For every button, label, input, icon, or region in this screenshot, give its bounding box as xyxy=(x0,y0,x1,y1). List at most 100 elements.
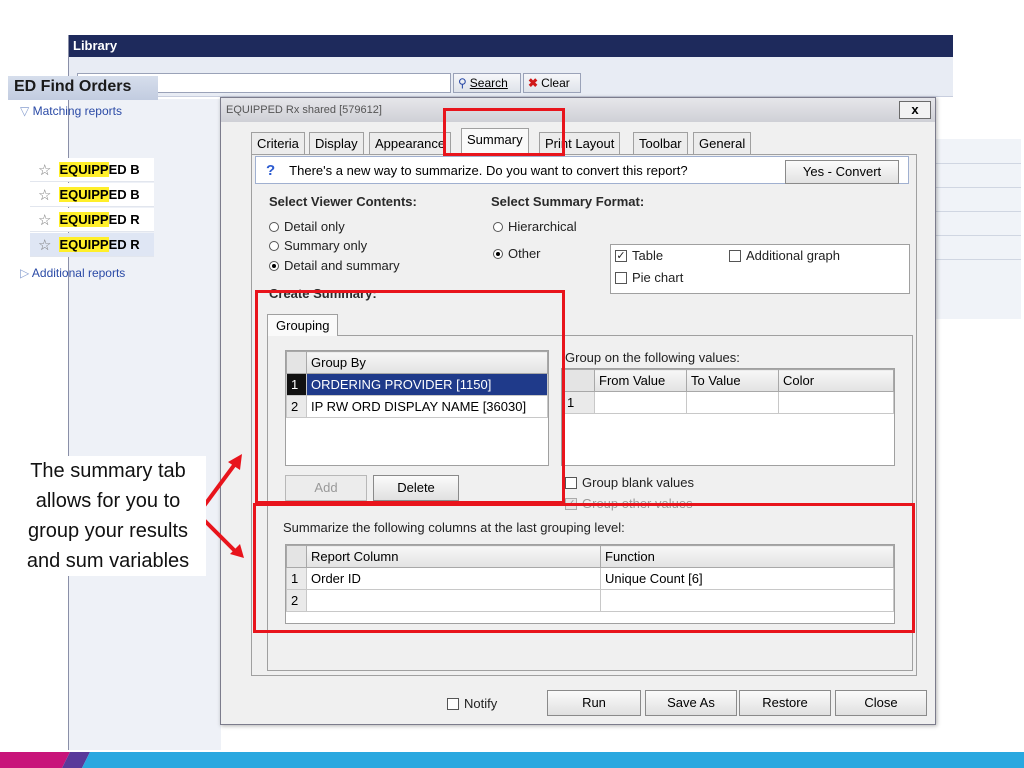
result-highlight: EQUIPP xyxy=(59,212,109,227)
row-number-header xyxy=(562,369,595,392)
radio-circle-selected xyxy=(493,248,503,259)
dialog-title: EQUIPPED Rx shared [579612] xyxy=(221,98,935,122)
matching-reports-toggle[interactable]: ▽ Matching reports xyxy=(20,104,122,118)
radio-circle xyxy=(493,221,503,232)
table-row[interactable]: 1 xyxy=(562,391,894,414)
search-button-label: Search xyxy=(469,76,508,90)
from-value-cell[interactable] xyxy=(594,391,687,414)
table-checkbox[interactable]: ✓ Table xyxy=(615,248,663,263)
star-icon[interactable]: ☆ xyxy=(38,161,51,179)
star-icon[interactable]: ☆ xyxy=(38,211,51,229)
result-highlight: EQUIPP xyxy=(59,187,109,202)
radio-circle xyxy=(269,221,279,232)
column-header-from-value[interactable]: From Value xyxy=(594,369,687,392)
footer-blue-stripe xyxy=(82,752,1024,768)
list-item[interactable]: ☆ EQUIPP ED B xyxy=(30,183,154,207)
search-button[interactable]: ⚲ Search xyxy=(453,73,521,93)
result-rest: ED R xyxy=(108,237,140,252)
divider xyxy=(935,187,1021,188)
checkbox-label: Notify xyxy=(464,696,498,711)
checkbox-label: Pie chart xyxy=(632,270,684,285)
group-values-grid[interactable]: From Value To Value Color 1 xyxy=(561,368,895,466)
color-cell[interactable] xyxy=(778,391,894,414)
to-value-cell[interactable] xyxy=(686,391,779,414)
row-number: 1 xyxy=(562,391,595,414)
radio-hierarchical[interactable]: Hierarchical xyxy=(493,219,577,234)
notify-checkbox[interactable]: Notify xyxy=(447,696,497,711)
run-button[interactable]: Run xyxy=(547,690,641,716)
footer-magenta-stripe xyxy=(0,752,70,768)
group-values-label: Group on the following values: xyxy=(565,350,740,365)
radio-circle xyxy=(269,240,279,251)
matching-reports-label: Matching reports xyxy=(32,104,122,118)
radio-detail-only[interactable]: Detail only xyxy=(269,219,345,234)
tab-toolbar[interactable]: Toolbar xyxy=(633,132,688,154)
column-header-color[interactable]: Color xyxy=(778,369,894,392)
list-item[interactable]: ☆ EQUIPP ED R xyxy=(30,208,154,232)
checkbox-checked-icon: ✓ xyxy=(615,249,627,262)
checkbox-label: Table xyxy=(632,248,664,263)
divider xyxy=(935,259,1021,260)
clear-button[interactable]: ✖ Clear xyxy=(523,73,581,93)
slide-footer-band xyxy=(0,752,1024,768)
divider xyxy=(935,163,1021,164)
result-highlight: EQUIPP xyxy=(59,162,109,177)
library-title-bar: Library xyxy=(69,35,953,57)
group-blank-values-checkbox[interactable]: Group blank values xyxy=(565,475,694,490)
radio-label: Hierarchical xyxy=(508,219,577,234)
grouping-highlight-box xyxy=(255,290,565,504)
pie-chart-checkbox[interactable]: Pie chart xyxy=(615,270,683,285)
close-button[interactable]: Close xyxy=(835,690,927,716)
checkbox-empty-icon xyxy=(729,249,741,262)
magnifier-icon: ⚲ xyxy=(458,76,467,90)
radio-other[interactable]: Other xyxy=(493,246,541,261)
checkbox-empty-icon xyxy=(565,476,577,489)
additional-reports-toggle[interactable]: ▷ Additional reports xyxy=(20,266,125,280)
restore-button[interactable]: Restore xyxy=(739,690,831,716)
radio-circle-selected xyxy=(269,260,279,271)
checkbox-label: Additional graph xyxy=(746,248,840,263)
additional-reports-label: Additional reports xyxy=(31,266,126,280)
result-rest: ED R xyxy=(108,212,140,227)
checkbox-empty-icon xyxy=(447,697,459,710)
summary-tab-highlight-box xyxy=(443,108,565,156)
tab-appearance[interactable]: Appearance xyxy=(369,132,452,154)
tab-criteria[interactable]: Criteria xyxy=(251,132,305,154)
section-header: ED Find Orders xyxy=(8,76,158,100)
yes-convert-button[interactable]: Yes - Convert xyxy=(785,160,899,184)
radio-label: Detail and summary xyxy=(284,258,400,273)
radio-label: Summary only xyxy=(284,238,368,253)
star-icon[interactable]: ☆ xyxy=(38,236,51,254)
result-rest: ED B xyxy=(108,187,140,202)
divider xyxy=(935,235,1021,236)
additional-graph-checkbox[interactable]: Additional graph xyxy=(729,248,840,263)
radio-label: Detail only xyxy=(284,219,345,234)
checkbox-label: Group blank values xyxy=(582,475,695,490)
star-icon[interactable]: ☆ xyxy=(38,186,51,204)
divider xyxy=(935,211,1021,212)
dialog-close-button[interactable]: x xyxy=(899,101,931,119)
tab-display[interactable]: Display xyxy=(309,132,364,154)
radio-label: Other xyxy=(508,246,541,261)
list-item[interactable]: ☆ EQUIPP ED R xyxy=(30,233,154,257)
radio-detail-and-summary[interactable]: Detail and summary xyxy=(269,258,400,273)
list-item[interactable]: ☆ EQUIPP ED B xyxy=(30,158,154,182)
viewer-contents-heading: Select Viewer Contents: xyxy=(269,194,417,209)
library-right-strip xyxy=(935,139,1021,319)
save-as-button[interactable]: Save As xyxy=(645,690,737,716)
tab-general[interactable]: General xyxy=(693,132,752,154)
radio-summary-only[interactable]: Summary only xyxy=(269,238,367,253)
result-highlight: EQUIPP xyxy=(59,237,109,252)
column-header-to-value[interactable]: To Value xyxy=(686,369,779,392)
annotation-callout: The summary tab allows for you to group … xyxy=(10,456,206,576)
banner-text: There's a new way to summarize. Do you w… xyxy=(289,162,688,178)
summary-format-heading: Select Summary Format: xyxy=(491,194,645,209)
summarize-highlight-box xyxy=(253,503,915,633)
clear-button-label: Clear xyxy=(541,76,570,90)
result-rest: ED B xyxy=(108,162,140,177)
checkbox-empty-icon xyxy=(615,271,627,284)
question-icon: ? xyxy=(266,161,276,179)
expand-triangle-icon: ▷ xyxy=(20,266,30,280)
collapse-triangle-icon: ▽ xyxy=(20,104,30,118)
red-x-icon: ✖ xyxy=(528,76,539,90)
